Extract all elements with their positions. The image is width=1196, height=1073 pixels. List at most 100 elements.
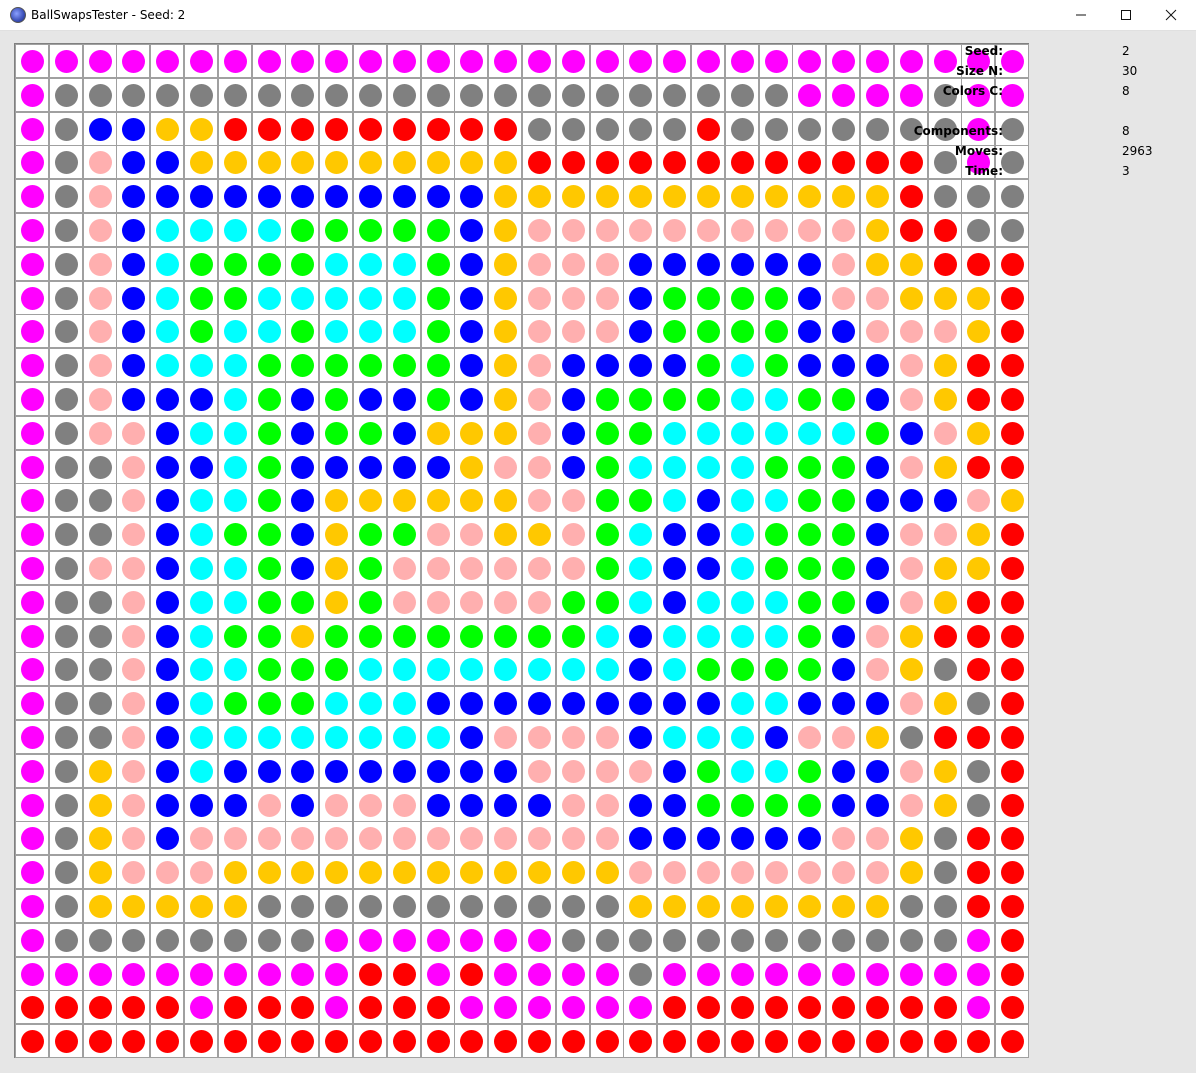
grid-cell[interactable]	[724, 720, 759, 754]
ball[interactable]	[798, 759, 822, 783]
grid-cell[interactable]	[927, 314, 962, 349]
ball[interactable]	[325, 421, 349, 445]
ball[interactable]	[866, 759, 889, 783]
ball[interactable]	[21, 861, 44, 885]
grid-cell[interactable]	[386, 720, 421, 754]
grid-cell[interactable]	[555, 652, 590, 687]
ball[interactable]	[1001, 827, 1025, 851]
grid-cell[interactable]	[589, 652, 624, 687]
grid-cell[interactable]	[251, 415, 286, 450]
ball[interactable]	[291, 523, 315, 547]
grid-cell[interactable]	[995, 415, 1030, 450]
grid-cell[interactable]	[251, 280, 286, 315]
ball[interactable]	[967, 827, 991, 851]
ball[interactable]	[291, 557, 315, 580]
grid-cell[interactable]	[893, 855, 928, 890]
ball[interactable]	[663, 692, 687, 716]
grid-cell[interactable]	[15, 415, 49, 450]
grid-cell[interactable]	[522, 584, 556, 619]
grid-cell[interactable]	[150, 449, 185, 484]
ball[interactable]	[291, 658, 315, 682]
grid-cell[interactable]	[792, 280, 827, 315]
grid-cell[interactable]	[454, 179, 489, 214]
grid-cell[interactable]	[386, 990, 421, 1025]
ball[interactable]	[88, 50, 112, 73]
ball[interactable]	[426, 421, 450, 445]
ball[interactable]	[392, 962, 416, 986]
ball[interactable]	[528, 793, 551, 817]
ball[interactable]	[561, 151, 585, 175]
grid-cell[interactable]	[184, 517, 218, 552]
ball[interactable]	[359, 624, 382, 648]
ball[interactable]	[663, 185, 687, 209]
grid-cell[interactable]	[724, 280, 759, 315]
ball[interactable]	[88, 455, 112, 479]
ball[interactable]	[528, 590, 551, 614]
ball[interactable]	[257, 759, 281, 783]
grid-cell[interactable]	[150, 280, 185, 315]
grid-cell[interactable]	[488, 179, 523, 214]
ball[interactable]	[460, 557, 484, 580]
ball[interactable]	[223, 827, 247, 851]
grid-cell[interactable]	[792, 618, 827, 653]
grid-cell[interactable]	[353, 855, 387, 890]
grid-cell[interactable]	[150, 686, 185, 721]
ball[interactable]	[629, 895, 653, 918]
ball[interactable]	[561, 50, 585, 73]
grid-cell[interactable]	[217, 922, 252, 957]
ball[interactable]	[832, 421, 856, 445]
grid-cell[interactable]	[15, 483, 49, 518]
ball[interactable]	[730, 286, 754, 310]
grid-cell[interactable]	[420, 889, 455, 923]
grid-cell[interactable]	[217, 246, 252, 281]
ball[interactable]	[697, 726, 720, 749]
ball[interactable]	[54, 117, 78, 141]
ball[interactable]	[899, 962, 923, 986]
grid-cell[interactable]	[995, 314, 1030, 349]
ball[interactable]	[561, 658, 585, 682]
ball[interactable]	[933, 388, 957, 411]
grid-cell[interactable]	[893, 1024, 928, 1059]
ball[interactable]	[730, 388, 754, 411]
ball[interactable]	[392, 455, 416, 479]
grid-cell[interactable]	[623, 753, 658, 788]
grid-cell[interactable]	[724, 111, 759, 146]
ball[interactable]	[291, 185, 315, 209]
grid-cell[interactable]	[82, 821, 117, 856]
grid-cell[interactable]	[319, 753, 354, 788]
ball[interactable]	[156, 50, 180, 73]
ball[interactable]	[54, 726, 78, 749]
grid-cell[interactable]	[285, 787, 320, 822]
ball[interactable]	[899, 590, 923, 614]
grid-cell[interactable]	[927, 787, 962, 822]
grid-cell[interactable]	[353, 922, 387, 957]
grid-cell[interactable]	[353, 889, 387, 923]
grid-cell[interactable]	[454, 787, 489, 822]
ball[interactable]	[156, 354, 180, 378]
ball[interactable]	[967, 895, 991, 918]
grid-cell[interactable]	[657, 922, 692, 957]
grid-cell[interactable]	[353, 213, 387, 247]
ball[interactable]	[798, 286, 822, 310]
grid-cell[interactable]	[251, 686, 286, 721]
ball[interactable]	[494, 590, 518, 614]
close-button[interactable]	[1148, 0, 1194, 30]
ball[interactable]	[494, 252, 518, 276]
grid-cell[interactable]	[319, 584, 354, 619]
ball[interactable]	[933, 50, 957, 73]
ball[interactable]	[223, 895, 247, 918]
grid-cell[interactable]	[454, 889, 489, 923]
ball[interactable]	[595, 658, 619, 682]
grid-cell[interactable]	[826, 415, 861, 450]
grid-cell[interactable]	[623, 584, 658, 619]
grid-cell[interactable]	[488, 1024, 523, 1059]
grid-cell[interactable]	[454, 415, 489, 450]
grid-cell[interactable]	[555, 821, 590, 856]
grid-cell[interactable]	[860, 551, 894, 585]
grid-cell[interactable]	[488, 720, 523, 754]
grid-cell[interactable]	[826, 483, 861, 518]
grid-cell[interactable]	[386, 551, 421, 585]
grid-cell[interactable]	[420, 551, 455, 585]
ball[interactable]	[359, 320, 382, 344]
ball[interactable]	[561, 590, 585, 614]
